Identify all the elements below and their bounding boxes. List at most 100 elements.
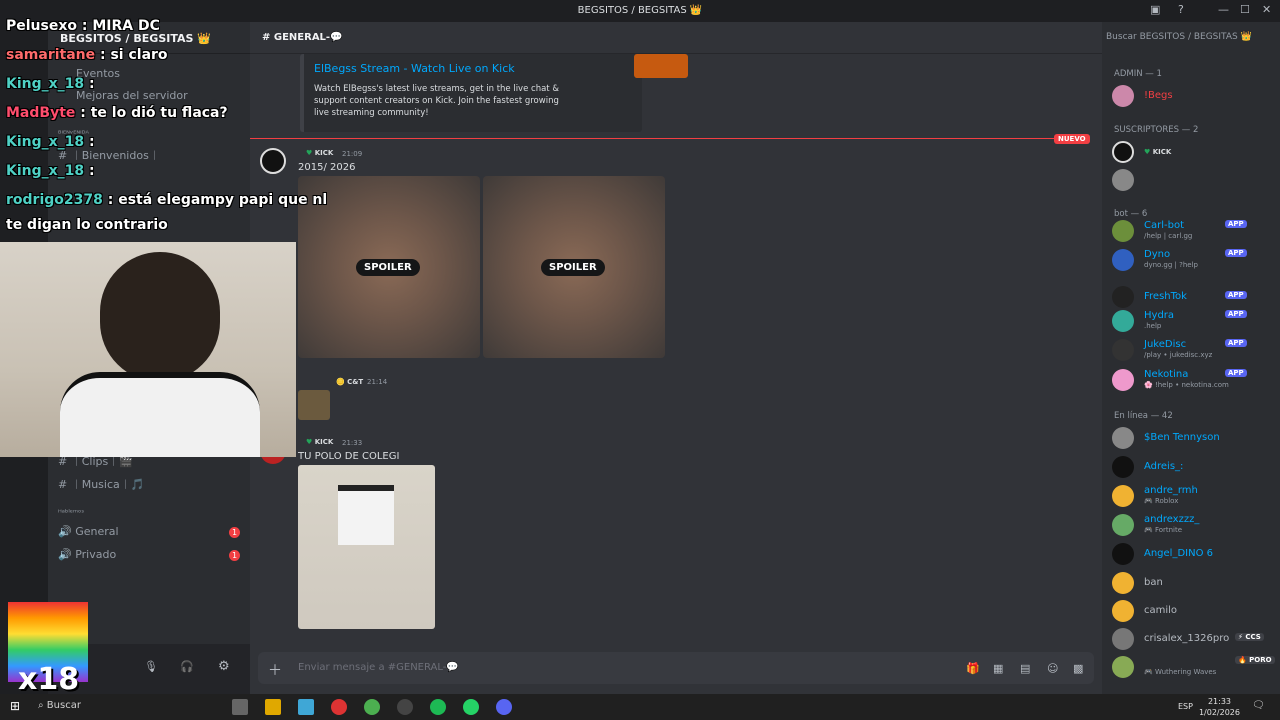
- headphones-icon[interactable]: 🎧: [180, 660, 194, 673]
- stream-chat-line: Pelusexo : MIRA DC: [6, 18, 160, 34]
- message-text: 2015/ 2026: [298, 162, 356, 173]
- member-item[interactable]: Angel_DINO 6: [1112, 543, 1277, 565]
- member-item[interactable]: camilo: [1112, 600, 1277, 622]
- member-item[interactable]: andrexzzz_ 🎮 Fortnite: [1112, 514, 1277, 536]
- voice-label: General: [75, 525, 119, 538]
- member-item[interactable]: Dyno APP dyno.gg | ?help: [1112, 249, 1277, 271]
- chat-text: : está elegampy papi que nl: [102, 192, 328, 208]
- microphone-icon[interactable]: 🎙: [144, 660, 158, 673]
- member-item[interactable]: andre_rmh 🎮 Roblox: [1112, 485, 1277, 507]
- stream-chat-line: te digan lo contrario: [6, 217, 168, 233]
- app-badge: APP: [1225, 220, 1247, 228]
- task-view-icon[interactable]: [232, 699, 248, 715]
- member-item[interactable]: Carl-bot APP/help | carl.gg: [1112, 220, 1277, 242]
- voice-general[interactable]: 🔊 General: [58, 525, 119, 538]
- member-name: JukeDisc: [1144, 339, 1187, 350]
- chat-text: : te lo dió tu flaca?: [75, 105, 228, 121]
- member-name: Angel_DINO 6: [1144, 548, 1213, 559]
- inbox-icon[interactable]: ▣: [1150, 3, 1160, 16]
- emoji-icon[interactable]: ☺: [1047, 662, 1058, 675]
- member-item[interactable]: $Ben Tennyson: [1112, 427, 1277, 449]
- notepad-icon[interactable]: [298, 699, 314, 715]
- discord-icon[interactable]: [496, 699, 512, 715]
- chrome-icon[interactable]: [364, 699, 380, 715]
- sticker-image[interactable]: [298, 390, 330, 420]
- stream-chat-line: King_x_18 :: [6, 76, 95, 92]
- close-icon[interactable]: ✕: [1262, 3, 1271, 16]
- embed-title[interactable]: ElBegss Stream - Watch Live on Kick: [314, 62, 632, 75]
- timestamp: 21:33: [342, 439, 363, 447]
- settings-icon[interactable]: ⚙: [218, 659, 230, 674]
- avatar: [1112, 572, 1134, 594]
- channel-label: ︱Musica︱🎵: [70, 478, 145, 491]
- obs-icon[interactable]: [397, 699, 413, 715]
- app-icon[interactable]: [331, 699, 347, 715]
- stream-chat-line: rodrigo2378 : está elegampy papi que nl: [6, 192, 327, 208]
- minimize-icon[interactable]: —: [1218, 3, 1229, 16]
- clock[interactable]: 21:33 1/02/2026: [1199, 696, 1240, 718]
- maximize-icon[interactable]: ☐: [1240, 3, 1250, 16]
- notifications-icon[interactable]: 🗨: [1252, 700, 1265, 711]
- avatar: [1112, 456, 1134, 478]
- stream-chat-overlay: Pelusexo : MIRA DC samaritane : si claro K…: [0, 0, 327, 240]
- member-list: Buscar BEGSITOS / BEGSITAS 👑 ADMIN — 1 !…: [1102, 22, 1280, 694]
- member-category: ADMIN — 1: [1114, 69, 1162, 79]
- category-voice[interactable]: ᴴᵃᵇˡᵉᵐᵒˢ: [58, 508, 84, 517]
- clock-date: 1/02/2026: [1198, 708, 1240, 717]
- windows-icon[interactable]: ⊞: [10, 699, 20, 713]
- file-explorer-icon[interactable]: [265, 699, 281, 715]
- member-name: Hydra: [1144, 310, 1175, 321]
- member-item[interactable]: Hydra APP .help: [1112, 310, 1277, 332]
- spotify-icon[interactable]: [430, 699, 446, 715]
- webcam-feed: [0, 242, 296, 457]
- attached-image[interactable]: [298, 465, 435, 629]
- shirt-shape: [338, 485, 394, 545]
- avatar: [1112, 339, 1134, 361]
- member-item[interactable]: crisalex_1326pro ⚡ CCS: [1112, 628, 1277, 650]
- chat-text: te digan lo contrario: [6, 217, 168, 233]
- member-item[interactable]: ♥ KICK: [1112, 141, 1277, 163]
- chat-text: :: [84, 163, 95, 179]
- app-badge: APP: [1225, 310, 1247, 318]
- chat-text: : si claro: [95, 47, 168, 63]
- avatar: [1112, 369, 1134, 391]
- avatar: [1112, 628, 1134, 650]
- stream-chat-line: King_x_18 :: [6, 163, 95, 179]
- taskbar-search[interactable]: ⌕ Buscar: [38, 700, 81, 711]
- member-item[interactable]: Adreis_:: [1112, 456, 1277, 478]
- whatsapp-icon[interactable]: [463, 699, 479, 715]
- link-embed: ElBegss Stream - Watch Live on Kick Watc…: [300, 54, 688, 132]
- member-tag: 🔥 PORO: [1235, 656, 1275, 664]
- voice-privado[interactable]: 🔊 Privado: [58, 548, 116, 561]
- add-attachment-icon[interactable]: ＋: [268, 660, 282, 680]
- embed-thumbnail[interactable]: [634, 54, 688, 78]
- member-item[interactable]: Nekotina APP 🌸 !help • nekotina.com: [1112, 369, 1277, 391]
- help-icon[interactable]: ?: [1178, 3, 1184, 16]
- member-item[interactable]: 🔥 PORO 🎮 Wuthering Waves: [1112, 656, 1277, 678]
- apps-icon[interactable]: ▩: [1073, 662, 1083, 675]
- clock-time: 21:33: [1207, 697, 1232, 706]
- sticker-icon[interactable]: ▤: [1020, 662, 1030, 675]
- language-indicator[interactable]: ESP: [1178, 702, 1193, 711]
- member-item[interactable]: [1112, 169, 1277, 191]
- x18-label: x18: [18, 662, 80, 697]
- search-input[interactable]: Buscar BEGSITOS / BEGSITAS 👑: [1098, 28, 1276, 48]
- member-item[interactable]: FreshTok APP: [1112, 286, 1277, 308]
- timestamp: 21:09: [342, 150, 363, 158]
- member-item[interactable]: ban: [1112, 572, 1277, 594]
- avatar: [1112, 220, 1134, 242]
- chat-username: King_x_18: [6, 76, 85, 92]
- spoiler-image[interactable]: SPOILER: [483, 176, 665, 358]
- member-item[interactable]: JukeDisc APP/play • jukedisc.xyz: [1112, 339, 1277, 361]
- chat-username: samaritane: [6, 47, 96, 63]
- gift-icon[interactable]: 🎁: [966, 662, 980, 675]
- windows-taskbar: ⊞ ⌕ Buscar ESP 21:33 1/02/2026 🗨: [0, 694, 1280, 720]
- member-item[interactable]: !Begs: [1112, 85, 1277, 107]
- chat-text: :: [84, 76, 95, 92]
- avatar: [1112, 286, 1134, 308]
- channel-musica[interactable]: # ︱Musica︱🎵: [58, 476, 144, 492]
- member-status: 🎮 Fortnite: [1144, 526, 1183, 534]
- member-status: 🎮 Roblox: [1144, 497, 1179, 505]
- avatar: [1112, 427, 1134, 449]
- gif-icon[interactable]: ▦: [993, 662, 1003, 675]
